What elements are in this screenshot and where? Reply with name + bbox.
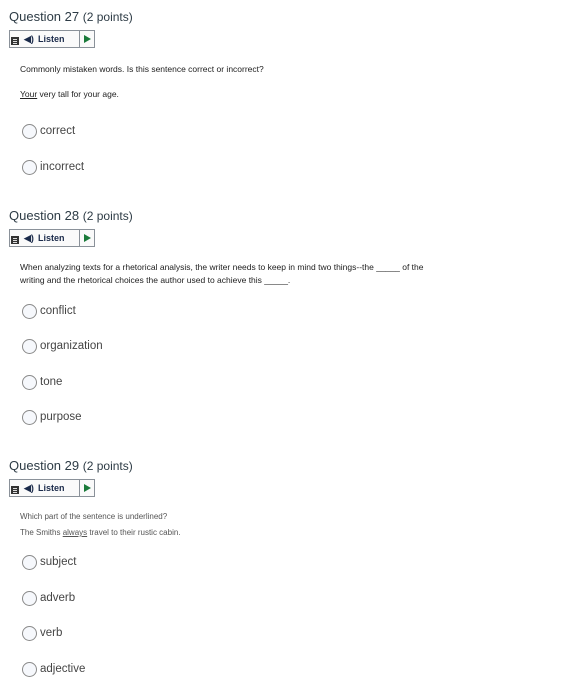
listen-widget: ◀) Listen: [9, 479, 95, 497]
question-title: Question 29 (2 points): [9, 458, 133, 473]
option-correct[interactable]: correct: [22, 123, 75, 139]
menu-icon[interactable]: [10, 230, 20, 246]
speaker-icon: ◀): [24, 33, 34, 44]
listen-button[interactable]: ◀) Listen: [20, 230, 80, 246]
option-organization[interactable]: organization: [22, 338, 103, 354]
option-verb[interactable]: verb: [22, 625, 62, 641]
radio-button[interactable]: [22, 409, 37, 425]
radio-button[interactable]: [22, 303, 37, 319]
listen-button[interactable]: ◀) Listen: [20, 480, 80, 496]
menu-icon[interactable]: [10, 31, 20, 47]
play-button[interactable]: [80, 31, 94, 47]
play-icon: [83, 234, 91, 242]
radio-button[interactable]: [22, 159, 37, 175]
option-tone[interactable]: tone: [22, 374, 62, 390]
listen-widget: ◀) Listen: [9, 30, 95, 48]
play-button[interactable]: [80, 230, 94, 246]
radio-button[interactable]: [22, 625, 37, 641]
option-purpose[interactable]: purpose: [22, 409, 82, 425]
menu-icon[interactable]: [10, 480, 20, 496]
question-prompt-line2: writing and the rhetorical choices the a…: [20, 275, 291, 285]
question-sentence: Your very tall for your age.: [20, 89, 119, 99]
play-button[interactable]: [80, 480, 94, 496]
speaker-icon: ◀): [24, 482, 34, 493]
radio-button[interactable]: [22, 661, 37, 677]
option-adverb[interactable]: adverb: [22, 590, 75, 606]
radio-button[interactable]: [22, 338, 37, 354]
play-icon: [83, 484, 91, 492]
question-prompt: Which part of the sentence is underlined…: [20, 512, 168, 521]
option-subject[interactable]: subject: [22, 554, 76, 570]
question-prompt: When analyzing texts for a rhetorical an…: [20, 262, 424, 272]
option-adjective[interactable]: adjective: [22, 661, 85, 677]
question-sentence: The Smiths always travel to their rustic…: [20, 528, 181, 537]
question-prompt: Commonly mistaken words. Is this sentenc…: [20, 64, 264, 74]
option-conflict[interactable]: conflict: [22, 303, 76, 319]
listen-widget: ◀) Listen: [9, 229, 95, 247]
radio-button[interactable]: [22, 554, 37, 570]
option-incorrect[interactable]: incorrect: [22, 159, 84, 175]
speaker-icon: ◀): [24, 232, 34, 243]
radio-button[interactable]: [22, 374, 37, 390]
listen-button[interactable]: ◀) Listen: [20, 31, 80, 47]
question-title: Question 28 (2 points): [9, 208, 133, 223]
play-icon: [83, 35, 91, 43]
radio-button[interactable]: [22, 590, 37, 606]
question-title: Question 27 (2 points): [9, 9, 133, 24]
radio-button[interactable]: [22, 123, 37, 139]
